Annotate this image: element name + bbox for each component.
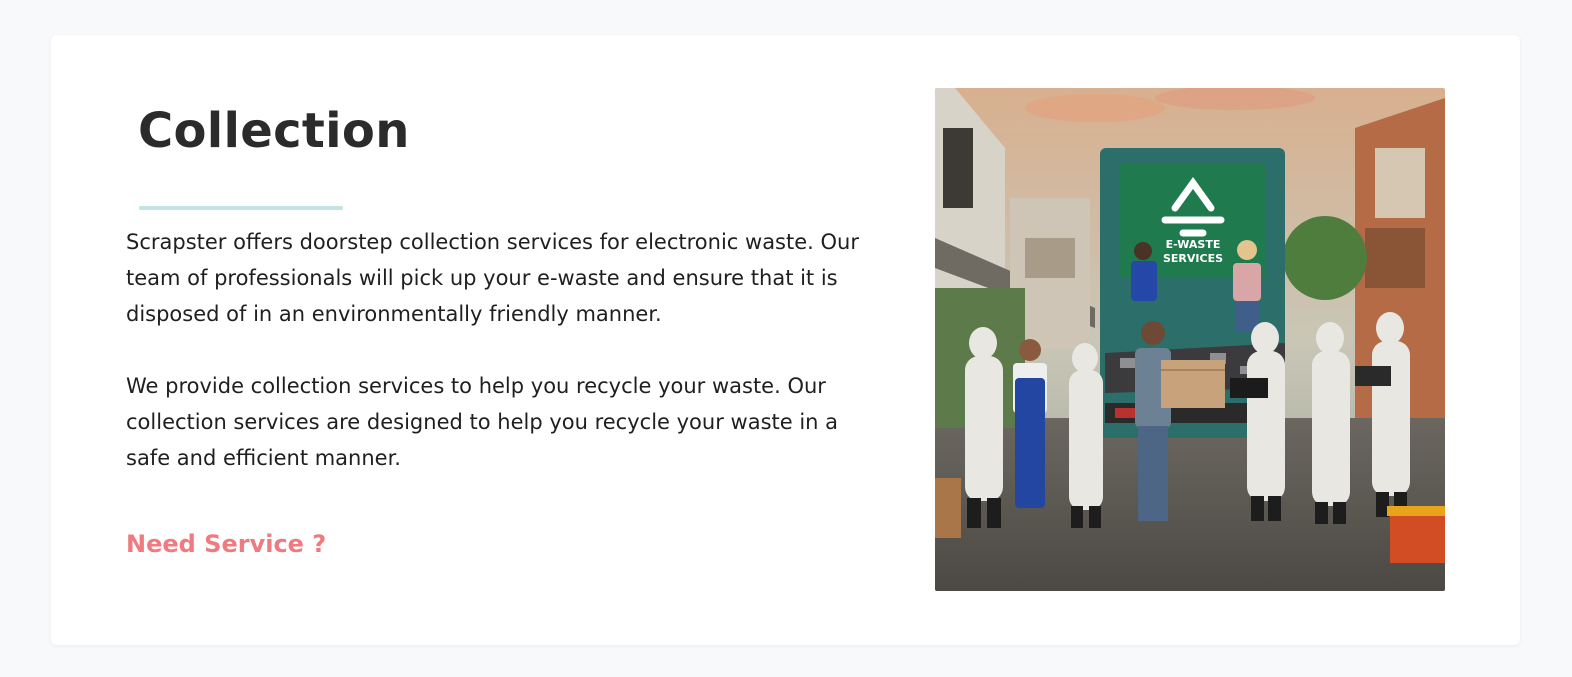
need-service-link[interactable]: Need Service ? bbox=[126, 530, 326, 558]
truck-sign-line2: SERVICES bbox=[1163, 252, 1223, 265]
truck-sign-line1: E-WASTE bbox=[1166, 238, 1221, 251]
service-card: Collection Scrapster offers doorstep col… bbox=[51, 35, 1520, 645]
page-title: Collection bbox=[138, 103, 410, 159]
collection-photo: E-WASTE SERVICES bbox=[935, 88, 1445, 591]
title-underline bbox=[139, 206, 343, 210]
description-paragraph: We provide collection services to help y… bbox=[126, 374, 839, 470]
e-waste-truck-illustration: E-WASTE SERVICES bbox=[935, 88, 1445, 591]
description-paragraph: Scrapster offers doorstep collection ser… bbox=[126, 230, 859, 326]
